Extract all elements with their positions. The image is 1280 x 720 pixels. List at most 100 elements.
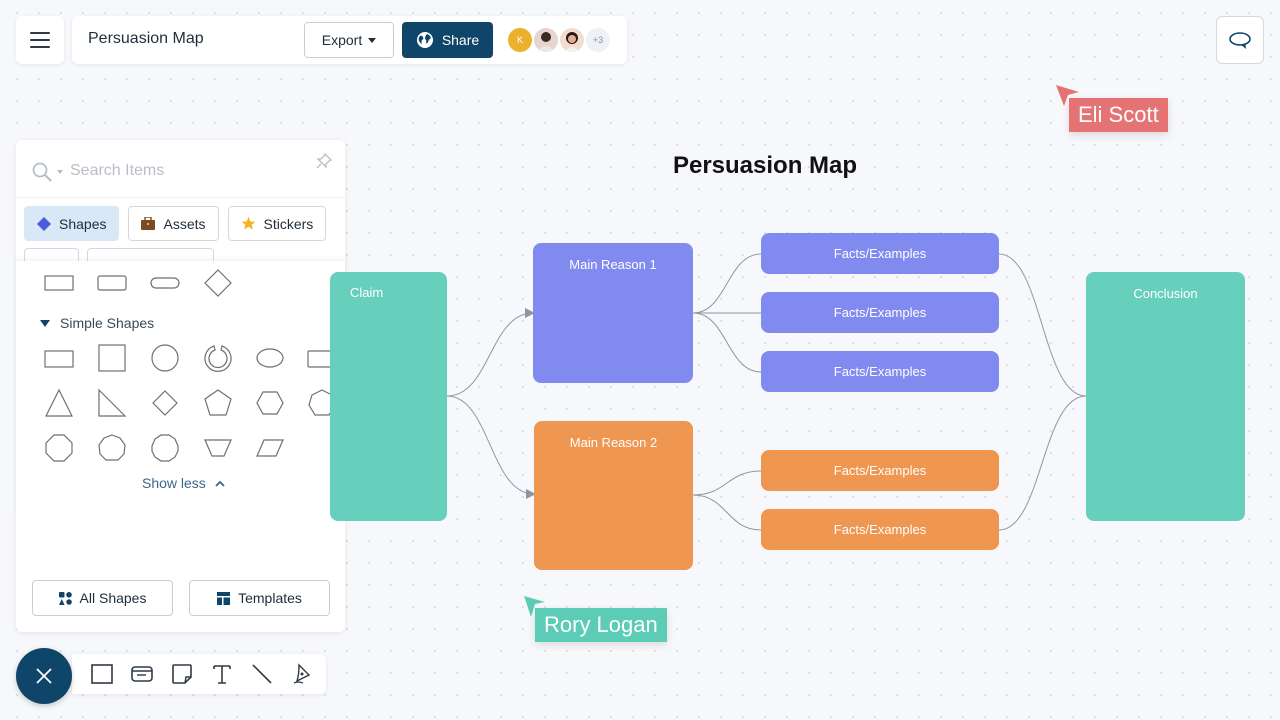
circle-icon [151,344,179,372]
octagon-icon [45,434,73,462]
sticky-note-tool[interactable] [170,662,194,686]
connector-reason1-fact1 [692,253,762,314]
connector-reason1-fact3 [692,312,762,373]
search-icon [32,162,52,182]
chevron-up-icon [215,480,225,487]
shape-donut[interactable] [200,340,236,376]
all-shapes-button[interactable]: All Shapes [32,580,173,616]
show-less-label: Show less [142,475,206,491]
shape-circle[interactable] [147,340,183,376]
more-collaborators-badge[interactable]: +3 [586,28,610,52]
connector-fact5-conclusion [998,395,1087,531]
claim-node[interactable]: Claim [330,272,447,521]
donut-icon [204,345,232,372]
share-button[interactable]: Share [402,22,493,58]
search-row [16,140,345,198]
export-button[interactable]: Export [304,22,394,58]
main-reason-2-node[interactable]: Main Reason 2 [534,421,693,570]
tab-stickers[interactable]: Stickers [227,206,327,241]
collaborator-cursor-label: Rory Logan [535,608,667,642]
search-input[interactable] [70,158,300,184]
rectangle-tool[interactable] [90,662,114,686]
templates-button[interactable]: Templates [189,580,330,616]
tab-hidden[interactable] [24,248,79,262]
briefcase-icon [141,217,156,230]
shape-rectangle[interactable] [41,340,77,376]
avatar[interactable] [534,28,558,52]
grid-shapes-icon [58,591,72,605]
rounded-rectangle-icon [97,275,127,291]
pin-icon[interactable] [315,152,333,170]
tab-shapes[interactable]: Shapes [24,206,120,241]
shape-octagon[interactable] [41,430,77,466]
shapes-panel: Shapes Assets Stickers Simple Shapes [16,140,345,632]
panel-footer: All Shapes Templates [32,580,330,616]
main-menu-button[interactable] [16,16,64,64]
pen-tool[interactable] [290,662,314,686]
shape-pentagon[interactable] [200,385,236,421]
shape-trapezoid[interactable] [200,430,236,466]
shape-pill[interactable] [147,265,183,301]
connector-reason2-fact4 [692,470,762,496]
document-title[interactable]: Persuasion Map [88,30,204,48]
avatar[interactable] [560,28,584,52]
template-icon [217,591,231,605]
shape-diamond[interactable] [147,385,183,421]
fact-node[interactable]: Facts/Examples [761,509,999,550]
speech-bubble-icon [1229,32,1251,49]
shape-rectangle[interactable] [41,265,77,301]
fact-node[interactable]: Facts/Examples [761,292,999,333]
connector-reason2-fact5 [692,494,762,531]
line-tool[interactable] [250,662,274,686]
close-icon [36,668,52,684]
tab-label: Assets [163,215,206,232]
fact-node[interactable]: Facts/Examples [761,450,999,491]
rectangle-icon [44,350,74,368]
card-tool[interactable] [130,662,154,686]
collaborator-avatars: K +3 [508,28,612,52]
text-tool[interactable] [210,662,234,686]
sticky-note-icon [172,664,192,684]
shape-rounded-rectangle[interactable] [94,265,130,301]
shape-triangle[interactable] [41,385,77,421]
parallelogram-icon [256,439,284,457]
hamburger-icon [30,30,50,51]
caret-down-icon [40,319,50,327]
main-reason-1-node[interactable]: Main Reason 1 [533,243,693,383]
avatar[interactable]: K [508,28,532,52]
rectangle-tool-icon [91,664,113,684]
section-title: Simple Shapes [60,315,155,331]
conclusion-node[interactable]: Conclusion [1086,272,1245,521]
diagram-title[interactable]: Persuasion Map [620,152,910,180]
show-less-button[interactable]: Show less [142,475,226,491]
node-label: Main Reason 2 [569,435,658,450]
all-shapes-label: All Shapes [79,590,147,606]
search-options-caret-icon[interactable] [57,170,63,174]
shape-decagon[interactable] [147,430,183,466]
shape-nonagon[interactable] [94,430,130,466]
tab-assets[interactable]: Assets [128,206,219,241]
ellipse-icon [256,348,284,368]
simple-shapes-section-toggle[interactable]: Simple Shapes [40,315,154,331]
shape-ellipse[interactable] [252,340,288,376]
shape-parallelogram[interactable] [252,430,288,466]
close-panel-button[interactable] [16,648,72,704]
pentagon-icon [204,389,232,416]
shape-hexagon[interactable] [252,385,288,421]
shape-right-triangle[interactable] [94,385,130,421]
comments-button[interactable] [1216,16,1264,64]
rectangle-icon [44,275,74,291]
globe-icon [416,32,433,48]
shape-square[interactable] [94,340,130,376]
nonagon-icon [98,434,126,461]
line-icon [252,664,272,684]
tab-label: Shapes [59,215,107,232]
tab-hidden[interactable] [87,248,214,262]
pill-icon [150,277,180,289]
top-bar: Persuasion Map Export Share K +3 [72,16,627,64]
fact-node[interactable]: Facts/Examples [761,233,999,274]
node-label: Conclusion [1133,286,1198,301]
fact-node[interactable]: Facts/Examples [761,351,999,392]
shape-diamond[interactable] [200,265,236,301]
right-triangle-icon [98,388,127,417]
